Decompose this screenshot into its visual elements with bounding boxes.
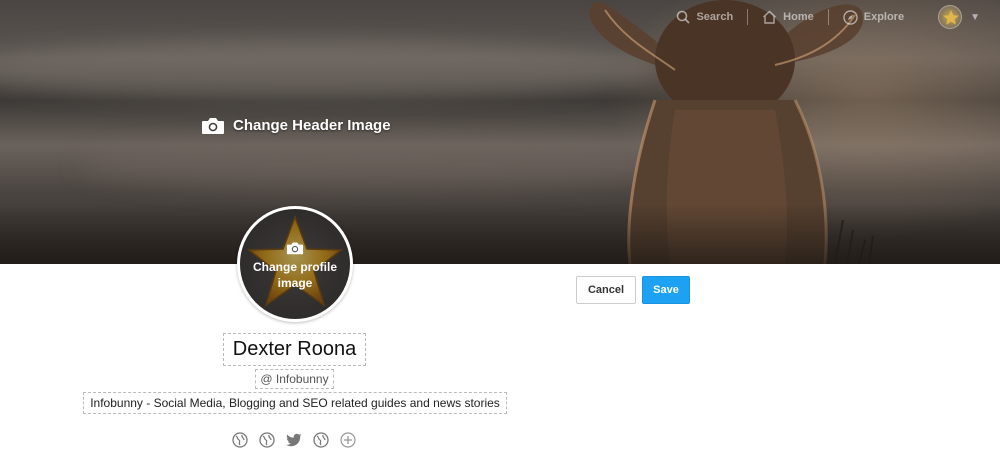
website-link-1[interactable] <box>232 432 248 448</box>
compass-icon <box>843 9 858 25</box>
nav-explore-label: Explore <box>863 11 905 23</box>
top-navigation: Search Home Explore ▼ <box>662 5 980 29</box>
twitter-icon <box>286 433 302 447</box>
globe-icon <box>232 432 248 448</box>
camera-icon <box>202 118 224 134</box>
globe-icon <box>259 432 275 448</box>
website-link-2[interactable] <box>259 432 275 448</box>
banner-ground <box>0 204 1000 264</box>
change-profile-overlay[interactable]: Change profile image <box>240 209 350 319</box>
add-icon <box>340 432 356 448</box>
change-profile-label: Change profile image <box>252 260 337 290</box>
account-menu-caret-icon[interactable]: ▼ <box>970 12 980 23</box>
globe-icon <box>313 432 329 448</box>
star-icon <box>943 10 960 25</box>
camera-icon <box>286 242 304 255</box>
change-header-label: Change Header Image <box>233 117 391 134</box>
profile-image-frame: Change profile image <box>240 209 350 319</box>
profile-image[interactable]: Change profile image <box>237 206 353 322</box>
bio-field[interactable]: Infobunny - Social Media, Blogging and S… <box>83 392 507 414</box>
search-icon <box>677 10 691 24</box>
twitter-link[interactable] <box>286 432 302 448</box>
header-image[interactable]: Change Header Image Search Home Explore … <box>0 0 1000 264</box>
nav-search-label: Search <box>696 11 734 23</box>
nav-home-label: Home <box>783 11 814 23</box>
social-links <box>232 432 356 448</box>
nav-explore[interactable]: Explore <box>829 9 918 25</box>
home-icon <box>763 10 777 24</box>
handle-field[interactable]: @ Infobunny <box>255 369 334 389</box>
add-link-button[interactable] <box>340 432 356 448</box>
cancel-button[interactable]: Cancel <box>576 276 636 304</box>
display-name-field[interactable]: Dexter Roona <box>223 333 366 366</box>
save-button[interactable]: Save <box>642 276 690 304</box>
user-avatar[interactable] <box>938 5 963 29</box>
website-link-3[interactable] <box>313 432 329 448</box>
nav-search[interactable]: Search <box>662 10 747 24</box>
nav-home[interactable]: Home <box>748 10 828 24</box>
change-header-image-button[interactable]: Change Header Image <box>201 116 391 135</box>
profile-edit-page: Change Header Image Search Home Explore … <box>0 0 1000 473</box>
